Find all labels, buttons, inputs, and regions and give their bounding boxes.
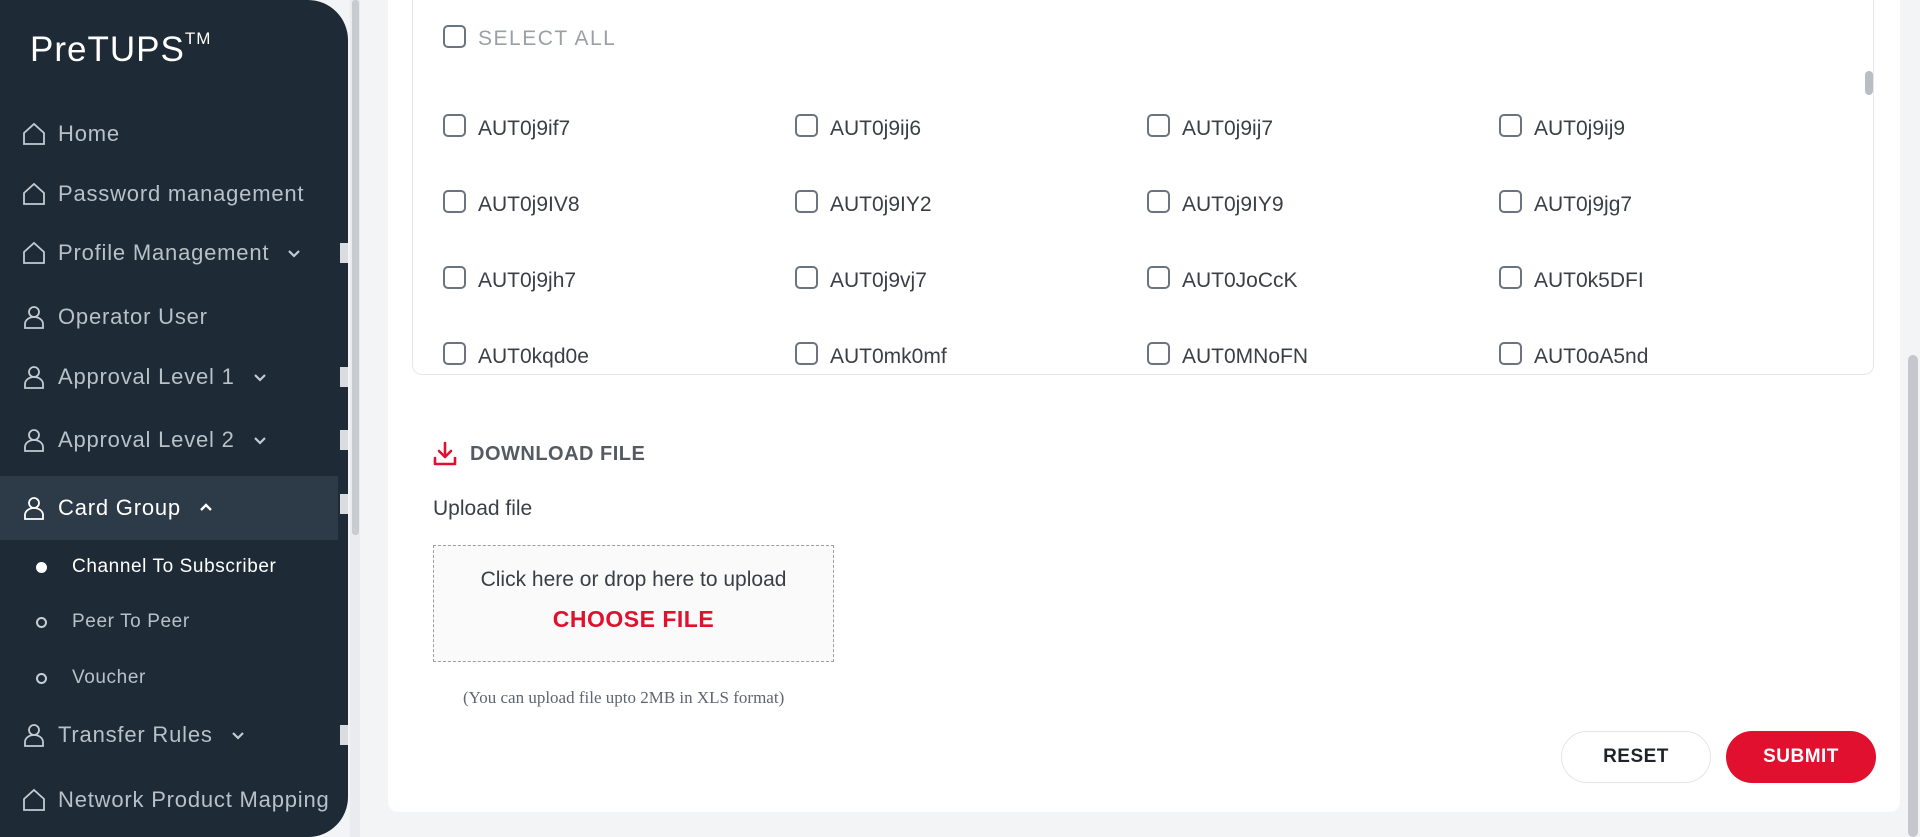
sidebar-item-approval-level-2[interactable]: Approval Level 2 bbox=[0, 410, 338, 470]
item-label: AUT0oA5nd bbox=[1534, 345, 1649, 368]
app-logo-text: PreTUPS bbox=[30, 30, 185, 69]
sidebar-item-transfer-rules[interactable]: Transfer Rules bbox=[0, 705, 338, 765]
sidebar-item-label: Network Product Mapping bbox=[58, 787, 330, 812]
choose-file-button[interactable]: CHOOSE FILE bbox=[434, 606, 833, 633]
sidebar-item-home[interactable]: Home bbox=[0, 104, 338, 164]
scroll-handle[interactable] bbox=[340, 243, 348, 263]
item-checkbox[interactable] bbox=[1147, 114, 1170, 137]
item-checkbox[interactable] bbox=[1499, 342, 1522, 365]
item-checkbox[interactable] bbox=[1147, 190, 1170, 213]
item-label: AUT0j9IY9 bbox=[1182, 193, 1284, 216]
sidebar-subitem-peer-to-peer[interactable]: Peer To Peer bbox=[0, 597, 338, 647]
item-label: AUT0MNoFN bbox=[1182, 345, 1309, 368]
sidebar-item-label: Transfer Rules bbox=[58, 722, 213, 747]
item-checkbox[interactable] bbox=[795, 190, 818, 213]
dropzone-hint: Click here or drop here to upload bbox=[480, 568, 787, 591]
item-checkbox[interactable] bbox=[443, 114, 466, 137]
home-icon bbox=[20, 239, 48, 267]
item-label: AUT0j9jh7 bbox=[478, 269, 577, 292]
item-label: AUT0j9jg7 bbox=[1534, 193, 1633, 216]
bullet-icon bbox=[36, 672, 47, 684]
item-checkbox[interactable] bbox=[795, 266, 818, 289]
item-checkbox[interactable] bbox=[443, 266, 466, 289]
sidebar-scrollbar-thumb[interactable] bbox=[352, 0, 359, 535]
item-checkbox[interactable] bbox=[1147, 266, 1170, 289]
item-label: AUT0k5DFI bbox=[1534, 269, 1644, 292]
item-checkbox[interactable] bbox=[1499, 190, 1522, 213]
item-label: AUT0j9if7 bbox=[478, 117, 571, 140]
download-icon bbox=[432, 440, 458, 468]
sidebar-item-password-management[interactable]: Password management bbox=[0, 164, 338, 224]
page-scrollbar-thumb[interactable] bbox=[1908, 355, 1918, 837]
item-label: AUT0kqd0e bbox=[478, 345, 589, 368]
upload-note: (You can upload file upto 2MB in XLS for… bbox=[463, 688, 785, 707]
scroll-handle[interactable] bbox=[340, 367, 348, 387]
item-checkbox[interactable] bbox=[1499, 266, 1522, 289]
sidebar-item-label: Password management bbox=[58, 181, 305, 206]
app-logo: PreTUPSTM bbox=[30, 29, 212, 70]
sidebar: PreTUPSTM Home Password management Profi… bbox=[0, 0, 348, 837]
chevron-down-icon[interactable] bbox=[285, 244, 303, 262]
download-file-label: DOWNLOAD FILE bbox=[470, 442, 646, 465]
item-checkbox[interactable] bbox=[443, 342, 466, 365]
sidebar-item-profile-management[interactable]: Profile Management bbox=[0, 223, 338, 283]
list-scrollbar-thumb[interactable] bbox=[1865, 71, 1873, 95]
sidebar-item-label: Home bbox=[58, 121, 120, 146]
download-file-link[interactable]: DOWNLOAD FILE bbox=[432, 440, 645, 468]
sidebar-item-label: Approval Level 2 bbox=[58, 427, 235, 452]
file-dropzone[interactable]: Click here or drop here to upload CHOOSE… bbox=[433, 545, 834, 662]
item-label: AUT0j9ij6 bbox=[830, 117, 922, 140]
item-label: AUT0mk0mf bbox=[830, 345, 947, 368]
sidebar-item-label: Profile Management bbox=[58, 240, 270, 265]
home-icon bbox=[20, 180, 48, 208]
sidebar-item-approval-level-1[interactable]: Approval Level 1 bbox=[0, 347, 338, 407]
scroll-handle[interactable] bbox=[340, 494, 348, 514]
home-icon bbox=[20, 786, 48, 814]
bullet-icon bbox=[36, 616, 47, 628]
sidebar-subitem-channel-to-subscriber[interactable]: Channel To Subscriber bbox=[0, 542, 338, 592]
item-checkbox[interactable] bbox=[795, 342, 818, 365]
user-icon bbox=[20, 426, 48, 454]
trademark-mark: TM bbox=[184, 29, 212, 49]
user-icon bbox=[20, 494, 48, 522]
select-all-label: SELECT ALL bbox=[478, 27, 617, 50]
item-label: AUT0j9IY2 bbox=[830, 193, 932, 216]
chevron-down-icon[interactable] bbox=[251, 431, 269, 449]
item-checkbox[interactable] bbox=[1499, 114, 1522, 137]
user-icon bbox=[20, 303, 48, 331]
sidebar-item-label: Card Group bbox=[58, 495, 181, 520]
home-icon bbox=[20, 120, 48, 148]
item-label: AUT0j9vj7 bbox=[830, 269, 927, 292]
sidebar-subitem-label: Channel To Subscriber bbox=[72, 556, 277, 577]
chevron-down-icon[interactable] bbox=[229, 726, 247, 744]
item-checkbox[interactable] bbox=[1147, 342, 1170, 365]
checkbox-list: SELECT ALL AUT0j9if7 AUT0j9ij6 AUT0j9ij7… bbox=[412, 0, 1874, 375]
user-icon bbox=[20, 363, 48, 391]
item-label: AUT0j9ij7 bbox=[1182, 117, 1274, 140]
sidebar-item-label: Approval Level 1 bbox=[58, 364, 235, 389]
sidebar-item-operator-user[interactable]: Operator User bbox=[0, 287, 338, 347]
user-icon bbox=[20, 721, 48, 749]
upload-file-label: Upload file bbox=[433, 497, 533, 520]
item-label: AUT0j9ij9 bbox=[1534, 117, 1626, 140]
submit-button[interactable]: SUBMIT bbox=[1726, 731, 1876, 783]
reset-button[interactable]: RESET bbox=[1561, 731, 1711, 783]
sidebar-item-card-group[interactable]: Card Group bbox=[0, 476, 338, 540]
item-checkbox[interactable] bbox=[795, 114, 818, 137]
bullet-icon bbox=[36, 561, 47, 573]
item-checkbox[interactable] bbox=[443, 190, 466, 213]
sidebar-subitem-voucher[interactable]: Voucher bbox=[0, 653, 338, 703]
chevron-down-icon[interactable] bbox=[251, 368, 269, 386]
scroll-handle[interactable] bbox=[340, 725, 348, 745]
chevron-up-icon[interactable] bbox=[197, 499, 215, 517]
sidebar-subitem-label: Peer To Peer bbox=[72, 611, 190, 632]
select-all-checkbox[interactable] bbox=[443, 25, 466, 48]
sidebar-item-network-product-mapping[interactable]: Network Product Mapping bbox=[0, 770, 338, 830]
sidebar-item-label: Operator User bbox=[58, 304, 208, 329]
item-label: AUT0j9IV8 bbox=[478, 193, 580, 216]
item-label: AUT0JoCcK bbox=[1182, 269, 1298, 292]
scroll-handle[interactable] bbox=[340, 430, 348, 450]
sidebar-subitem-label: Voucher bbox=[72, 667, 146, 688]
